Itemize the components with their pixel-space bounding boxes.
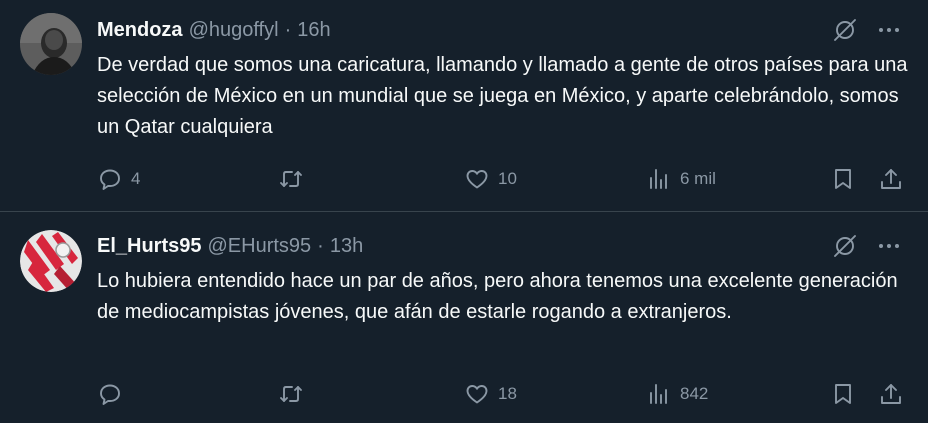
- avatar[interactable]: [20, 13, 82, 75]
- tweet[interactable]: Mendoza @hugoffyl · 16h De verdad que so…: [0, 0, 928, 212]
- like-button[interactable]: 10: [464, 163, 517, 195]
- tweet-actions: 4 10 6 mil: [97, 163, 909, 195]
- views-button[interactable]: 6 mil: [646, 163, 716, 195]
- separator-dot: ·: [317, 234, 324, 257]
- reply-icon: [100, 384, 120, 405]
- share-icon: [881, 384, 901, 404]
- display-name[interactable]: Mendoza: [97, 19, 183, 42]
- share-button[interactable]: [878, 163, 904, 195]
- like-icon: [466, 385, 488, 404]
- reply-button[interactable]: 4: [97, 163, 140, 195]
- more-icon[interactable]: [876, 233, 902, 259]
- separator-dot: ·: [284, 18, 292, 41]
- view-count: 842: [680, 384, 709, 403]
- grok-icon[interactable]: [832, 233, 858, 259]
- views-icon: [650, 169, 667, 189]
- timestamp[interactable]: 16h: [297, 19, 330, 42]
- view-count: 6 mil: [680, 169, 716, 188]
- retweet-icon: [280, 171, 302, 187]
- like-button[interactable]: 18: [464, 378, 517, 410]
- user-handle[interactable]: @EHurts95: [208, 235, 312, 258]
- retweet-button[interactable]: [278, 378, 312, 410]
- like-count: 18: [498, 384, 517, 403]
- bookmark-icon: [835, 169, 851, 189]
- views-icon: [650, 384, 667, 404]
- like-count: 10: [498, 169, 517, 188]
- tweet-header: Mendoza @hugoffyl · 16h: [97, 17, 331, 43]
- reply-icon: [100, 169, 120, 190]
- share-button[interactable]: [878, 378, 904, 410]
- tweet-top-actions: [832, 17, 902, 43]
- tweet-text: Lo hubiera entendido hace un par de años…: [97, 270, 898, 323]
- tweet-text: De verdad que somos una caricatura, llam…: [97, 54, 908, 138]
- retweet-button[interactable]: [278, 163, 312, 195]
- avatar[interactable]: [20, 230, 82, 292]
- share-icon: [881, 169, 901, 189]
- user-handle[interactable]: @hugoffyl: [189, 19, 279, 42]
- timestamp[interactable]: 13h: [330, 235, 363, 258]
- tweet-top-actions: [832, 233, 902, 259]
- display-name[interactable]: El_Hurts95: [97, 235, 202, 258]
- views-button[interactable]: 842: [646, 378, 708, 410]
- like-icon: [466, 170, 488, 189]
- tweet-actions: 18 842: [97, 378, 909, 410]
- tweet[interactable]: El_Hurts95 @EHurts95 · 13h Lo hubiera en…: [0, 212, 928, 423]
- bookmark-button[interactable]: [830, 163, 856, 195]
- more-icon[interactable]: [876, 17, 902, 43]
- reply-count: 4: [131, 169, 141, 188]
- reply-button[interactable]: [97, 378, 131, 410]
- bookmark-button[interactable]: [830, 378, 856, 410]
- bookmark-icon: [835, 384, 851, 404]
- retweet-icon: [280, 386, 302, 402]
- tweet-header: El_Hurts95 @EHurts95 · 13h: [97, 233, 363, 259]
- grok-icon[interactable]: [832, 17, 858, 43]
